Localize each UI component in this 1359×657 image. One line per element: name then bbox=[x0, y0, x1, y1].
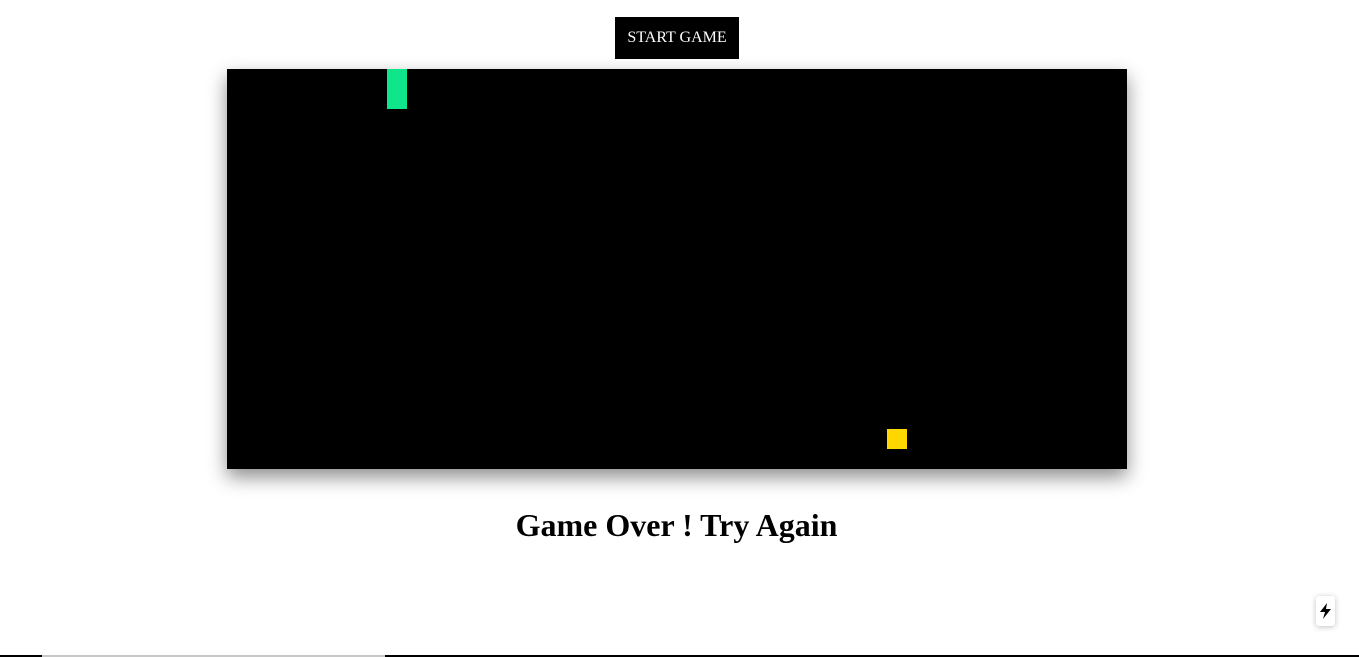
snake-segment bbox=[387, 89, 407, 109]
start-game-button[interactable]: START GAME bbox=[615, 17, 739, 59]
lightning-bolt-icon bbox=[1320, 603, 1331, 619]
game-over-message: Game Over ! Try Again bbox=[515, 507, 838, 543]
food-pellet bbox=[887, 429, 907, 449]
dev-indicator-button[interactable] bbox=[1316, 596, 1335, 626]
snake-head bbox=[387, 69, 407, 89]
game-board bbox=[227, 69, 1127, 469]
